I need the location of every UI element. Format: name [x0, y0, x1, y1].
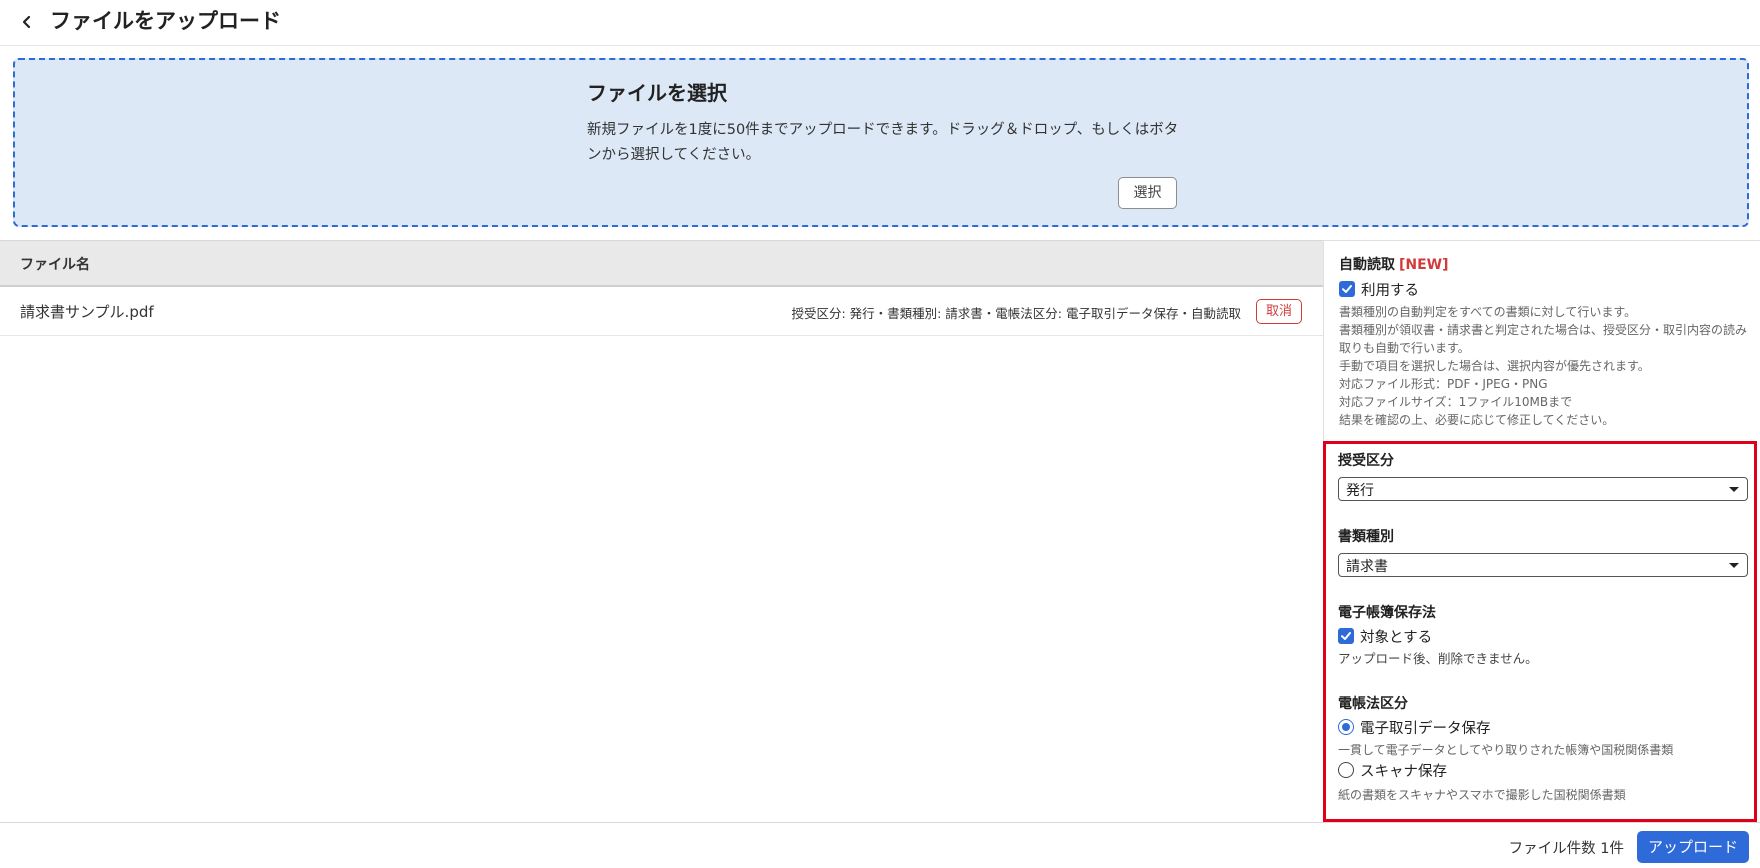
radio-scanner-label: スキャナ保存	[1360, 763, 1447, 780]
ebook-law-checkbox[interactable]	[1338, 628, 1354, 644]
ebook-law-checkbox-label: 対象とする	[1360, 629, 1433, 646]
auto-read-label: 自動読取	[1339, 257, 1395, 273]
auto-read-checkbox-label: 利用する	[1361, 282, 1419, 299]
radio-electronic-help: 一貫して電子データとしてやり取りされた帳簿や国税関係書類	[1338, 743, 1674, 757]
radio-electronic[interactable]	[1338, 719, 1354, 735]
ebook-law-checkbox-row[interactable]: 対象とする	[1338, 626, 1748, 646]
auto-read-checkbox-row[interactable]: 利用する	[1339, 279, 1749, 299]
ebook-law-label: 電子帳簿保存法	[1338, 605, 1436, 621]
auto-read-title: 自動読取 [NEW]	[1339, 255, 1749, 275]
file-count: ファイル件数 1件	[1508, 841, 1624, 857]
radio-option-scanner[interactable]: スキャナ保存	[1338, 759, 1748, 781]
help-line: 書類種別の自動判定をすべての書類に対して行います。	[1339, 305, 1637, 319]
doc-type-field: 書類種別 請求書	[1338, 527, 1748, 577]
ebook-category-label: 電帳法区分	[1338, 696, 1408, 712]
help-line: 結果を確認の上、必要に応じて修正してください。	[1339, 413, 1615, 427]
column-header-file-name: ファイル名	[20, 257, 90, 273]
dropzone-title: ファイルを選択	[587, 81, 727, 105]
check-icon	[1342, 285, 1352, 293]
help-line: 手動で項目を選択した場合は、選択内容が優先されます。	[1339, 359, 1650, 373]
doc-type-label: 書類種別	[1338, 529, 1394, 545]
doc-type-select[interactable]: 請求書	[1338, 553, 1748, 577]
page-header: ファイルをアップロード	[0, 0, 1760, 46]
ebook-law-field: 電子帳簿保存法 対象とする アップロード後、削除できません。	[1338, 603, 1748, 668]
auto-read-help: 書類種別の自動判定をすべての書類に対して行います。 書類種別が領収書・請求書と判…	[1339, 303, 1749, 429]
new-badge: [NEW]	[1399, 257, 1449, 273]
radio-scanner[interactable]	[1338, 762, 1354, 778]
help-line: 書類種別が領収書・請求書と判定された場合は、授受区分・取引内容の読み取りも自動で…	[1339, 323, 1748, 355]
upload-button[interactable]: アップロード	[1637, 831, 1749, 863]
file-table-header: ファイル名	[0, 240, 1323, 287]
radio-option-electronic[interactable]: 電子取引データ保存	[1338, 716, 1748, 738]
dropzone-description: 新規ファイルを1度に50件までアップロードできます。ドラッグ＆ドロップ、もしくは…	[587, 122, 1179, 163]
file-name: 請求書サンプル.pdf	[20, 303, 154, 321]
select-file-button[interactable]: 選択	[1118, 177, 1177, 209]
caret-down-icon	[1729, 487, 1739, 492]
auto-read-section: 自動読取 [NEW] 利用する 書類種別の自動判定をすべての書類に対して行います。…	[1339, 255, 1749, 429]
caret-down-icon	[1729, 563, 1739, 568]
dropzone-content: ファイルを選択 新規ファイルを1度に50件までアップロードできます。ドラッグ＆ド…	[587, 78, 1187, 168]
file-meta-summary: 授受区分: 発行・書類種別: 請求書・電帳法区分: 電子取引データ保存・自動読取	[791, 306, 1241, 321]
transfer-type-label: 授受区分	[1338, 453, 1394, 469]
transfer-type-field: 授受区分 発行	[1338, 451, 1748, 501]
check-icon	[1341, 632, 1351, 640]
chevron-left-icon	[22, 15, 31, 29]
file-dropzone[interactable]: ファイルを選択 新規ファイルを1度に50件までアップロードできます。ドラッグ＆ド…	[13, 58, 1749, 227]
ebook-law-help: アップロード後、削除できません。	[1338, 651, 1538, 666]
back-button[interactable]	[16, 9, 38, 35]
transfer-type-value: 発行	[1346, 483, 1374, 499]
ebook-category-field: 電帳法区分 電子取引データ保存 一貫して電子データとしてやり取りされた帳簿や国税…	[1338, 694, 1748, 804]
transfer-type-select[interactable]: 発行	[1338, 477, 1748, 501]
auto-read-checkbox[interactable]	[1339, 281, 1355, 297]
radio-scanner-help: 紙の書類をスキャナやスマホで撮影した国税関係書類	[1338, 788, 1626, 802]
help-line: 対応ファイルサイズ：1ファイル10MBまで	[1339, 395, 1573, 409]
table-row[interactable]: 請求書サンプル.pdf 授受区分: 発行・書類種別: 請求書・電帳法区分: 電子…	[0, 288, 1323, 336]
page-title: ファイルをアップロード	[50, 9, 281, 33]
cancel-file-button[interactable]: 取消	[1256, 299, 1302, 324]
doc-type-value: 請求書	[1346, 559, 1388, 575]
radio-electronic-label: 電子取引データ保存	[1360, 720, 1491, 737]
help-line: 対応ファイル形式：PDF・JPEG・PNG	[1339, 377, 1548, 391]
footer-bar: ファイル件数 1件 アップロード	[0, 822, 1760, 868]
